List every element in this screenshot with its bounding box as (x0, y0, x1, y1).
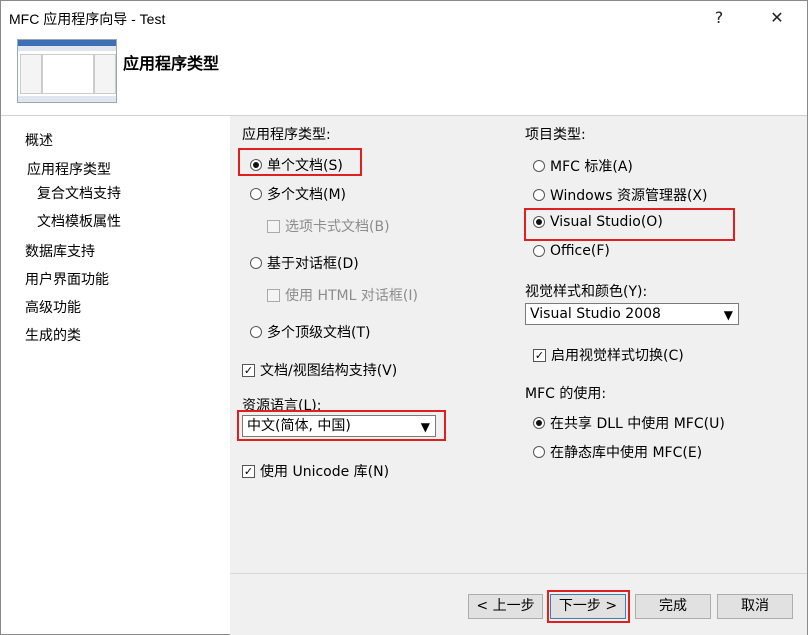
wizard-nav: 概述 应用程序类型 复合文档支持 文档模板属性 数据库支持 用户界面功能 高级功… (1, 116, 229, 634)
wizard-window: MFC 应用程序向导 - Test ? ✕ 应用程序类型 概述 应用程序类型 复… (0, 0, 808, 635)
radio-multi-doc[interactable]: 多个文档(M) (250, 184, 346, 204)
radio-windows-explorer[interactable]: Windows 资源管理器(X) (533, 185, 707, 205)
back-button[interactable]: < 上一步 (468, 594, 543, 619)
close-icon[interactable]: ✕ (763, 5, 791, 31)
radio-mfc-standard[interactable]: MFC 标准(A) (533, 156, 633, 176)
page-title: 应用程序类型 (123, 54, 220, 73)
app-preview-image (17, 39, 117, 103)
radio-indicator (250, 188, 262, 200)
radio-indicator (533, 189, 545, 201)
project-type-label: 项目类型: (525, 127, 586, 143)
checkbox-html-dialog[interactable]: 使用 HTML 对话框(I) (267, 285, 418, 305)
radio-indicator (533, 160, 545, 172)
checkbox-indicator: ✓ (242, 464, 255, 478)
checkbox-indicator: ✓ (242, 363, 255, 377)
nav-item-database[interactable]: 数据库支持 (25, 241, 95, 261)
nav-item-advanced[interactable]: 高级功能 (25, 297, 81, 317)
wizard-header: 应用程序类型 (1, 35, 807, 116)
checkbox-visual-switch[interactable]: ✓ 启用视觉样式切换(C) (533, 345, 684, 365)
highlight-box (547, 590, 630, 623)
nav-item-app-type[interactable]: 应用程序类型 (27, 159, 111, 179)
radio-dialog-based[interactable]: 基于对话框(D) (250, 253, 359, 273)
radio-static-lib[interactable]: 在静态库中使用 MFC(E) (533, 442, 702, 462)
wizard-content: 应用程序类型: 单个文档(S) 多个文档(M) 选项卡式文档(B) 基于对话框(… (230, 116, 807, 573)
checkbox-docview-support[interactable]: ✓ 文档/视图结构支持(V) (242, 360, 397, 380)
radio-indicator (533, 245, 545, 257)
highlight-box (524, 208, 735, 241)
checkbox-unicode[interactable]: ✓ 使用 Unicode 库(N) (242, 461, 389, 481)
visual-style-dropdown[interactable]: Visual Studio 2008 ▼ (525, 303, 739, 325)
finish-button[interactable]: 完成 (635, 594, 711, 619)
nav-item-generated-classes[interactable]: 生成的类 (25, 325, 81, 345)
visual-style-label: 视觉样式和颜色(Y): (525, 284, 648, 300)
radio-indicator (250, 326, 262, 338)
radio-indicator (533, 417, 545, 429)
app-type-label: 应用程序类型: (242, 127, 331, 143)
nav-item-compound-doc[interactable]: 复合文档支持 (37, 183, 121, 203)
title-bar: MFC 应用程序向导 - Test ? ✕ (1, 1, 807, 35)
checkbox-tabbed-docs[interactable]: 选项卡式文档(B) (267, 216, 390, 236)
radio-multi-top-level[interactable]: 多个顶级文档(T) (250, 322, 370, 342)
radio-office[interactable]: Office(F) (533, 243, 610, 259)
checkbox-indicator: ✓ (533, 348, 546, 362)
chevron-down-icon: ▼ (723, 308, 733, 322)
radio-shared-dll[interactable]: 在共享 DLL 中使用 MFC(U) (533, 413, 725, 433)
nav-item-overview[interactable]: 概述 (25, 130, 53, 150)
wizard-footer: < 上一步 下一步 > 完成 取消 (230, 573, 807, 635)
nav-item-doc-template[interactable]: 文档模板属性 (37, 211, 121, 231)
checkbox-indicator (267, 288, 280, 302)
cancel-button[interactable]: 取消 (717, 594, 793, 619)
window-title: MFC 应用程序向导 - Test (9, 11, 166, 27)
highlight-box (238, 148, 362, 176)
highlight-box (237, 410, 446, 441)
help-icon[interactable]: ? (705, 5, 733, 31)
checkbox-indicator (267, 219, 280, 233)
nav-item-ui-features[interactable]: 用户界面功能 (25, 269, 109, 289)
mfc-use-label: MFC 的使用: (525, 386, 607, 402)
radio-indicator (533, 446, 545, 458)
radio-indicator (250, 257, 262, 269)
